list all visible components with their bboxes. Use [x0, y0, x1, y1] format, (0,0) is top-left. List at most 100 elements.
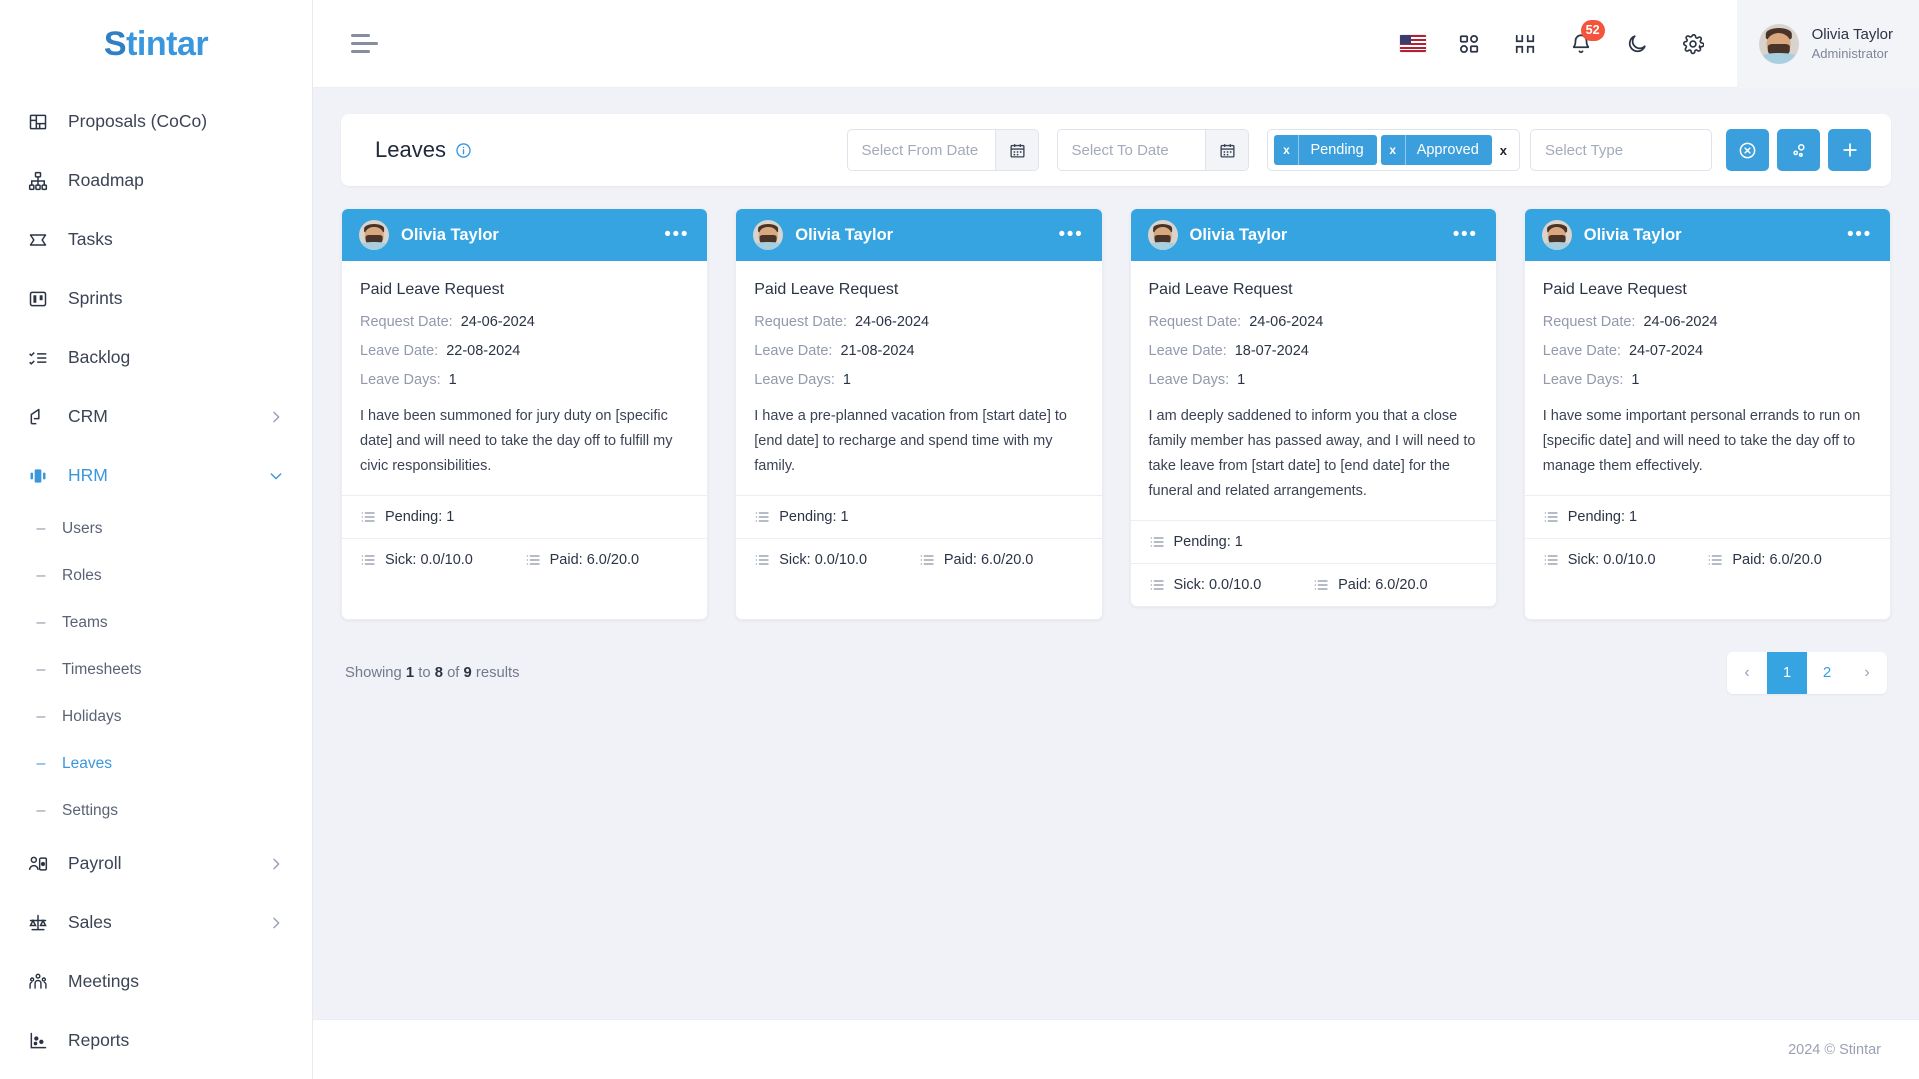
type-select[interactable]: Select Type: [1530, 129, 1712, 171]
sidebar-item-sales[interactable]: Sales: [0, 893, 312, 952]
fullscreen-collapse-icon[interactable]: [1499, 18, 1551, 70]
chevron-right-icon: [268, 915, 284, 931]
dash-icon: –: [36, 613, 46, 631]
pagination-next[interactable]: ›: [1847, 652, 1887, 694]
sidebar-item-sprints[interactable]: Sprints: [0, 269, 312, 328]
leave-days-value: 1: [448, 372, 457, 388]
sidebar-item-backlog[interactable]: Backlog: [0, 328, 312, 387]
card-user-name: Olivia Taylor: [401, 225, 499, 244]
leave-date-label: Leave Date:: [1542, 343, 1621, 359]
leave-card[interactable]: Olivia Taylor ••• Paid Leave Request Req…: [735, 208, 1103, 620]
filter-bar: Leaves Select From Date Select To Date x…: [341, 114, 1891, 186]
card-menu-icon[interactable]: •••: [1453, 225, 1478, 245]
add-leave-button[interactable]: [1828, 129, 1871, 171]
card-balance-row: Sick: 0.0/10.0 Paid: 6.0/20.0: [1524, 537, 1890, 581]
leave-days-label: Leave Days:: [1542, 372, 1624, 388]
pagination-page-2[interactable]: 2: [1807, 652, 1847, 694]
sidebar-item-users[interactable]: – Users: [0, 505, 312, 552]
clear-filters-button[interactable]: [1726, 129, 1769, 171]
sidebar-item-label: Payroll: [68, 853, 122, 873]
leave-date-value: 21-08-2024: [840, 343, 915, 359]
dark-mode-toggle[interactable]: [1611, 18, 1663, 70]
request-date-label: Request Date:: [360, 314, 453, 330]
pagination-page-1[interactable]: 1: [1767, 651, 1807, 694]
list-icon: [754, 552, 770, 568]
card-title: Paid Leave Request: [1148, 281, 1293, 298]
card-header: Olivia Taylor •••: [1524, 209, 1890, 261]
sidebar-item-crm[interactable]: CRM: [0, 387, 312, 446]
card-menu-icon[interactable]: •••: [1058, 225, 1083, 245]
request-date-value: 24-06-2024: [854, 314, 930, 330]
pagination-prev[interactable]: ‹: [1727, 652, 1767, 694]
paid-balance-text: Paid: 6.0/20.0: [1338, 576, 1428, 593]
sidebar-item-roles[interactable]: – Roles: [0, 552, 312, 599]
list-icon: [1149, 534, 1165, 550]
sidebar-item-reports[interactable]: Reports: [0, 1011, 312, 1070]
brand-logo[interactable]: Stintar: [0, 0, 312, 88]
sprints-icon: [26, 287, 50, 311]
card-spacer: [1525, 581, 1890, 619]
paid-balance-cell: Paid: 6.0/20.0: [1707, 552, 1822, 568]
hamburger-line: [351, 34, 370, 37]
showing-results-word: results: [475, 664, 520, 681]
sidebar-item-roadmap[interactable]: Roadmap: [0, 151, 312, 210]
sidebar-item-meetings[interactable]: Meetings: [0, 952, 312, 1011]
card-user-name: Olivia Taylor: [1189, 225, 1288, 244]
apps-grid-icon[interactable]: [1443, 18, 1495, 70]
leave-card[interactable]: Olivia Taylor ••• Paid Leave Request Req…: [1523, 208, 1891, 620]
request-date-value: 24-06-2024: [1643, 314, 1718, 330]
leave-card[interactable]: Olivia Taylor ••• Paid Leave Request Req…: [1129, 208, 1497, 607]
user-profile-menu[interactable]: Olivia Taylor Administrator: [1736, 0, 1919, 88]
brand-s-mark: S: [103, 24, 127, 63]
sidebar-item-payroll[interactable]: Payroll: [0, 834, 312, 893]
sidebar-item-holidays[interactable]: – Holidays: [0, 693, 312, 740]
filter-tag-approved[interactable]: x Approved: [1380, 135, 1492, 165]
page-title-text: Leaves: [375, 137, 446, 162]
gear-icon[interactable]: [1667, 18, 1719, 70]
showing-total: 9: [463, 664, 472, 681]
remove-tag-icon[interactable]: x: [1274, 135, 1300, 165]
request-date-label: Request Date:: [754, 314, 847, 330]
remove-tag-icon[interactable]: x: [1381, 135, 1406, 165]
to-date-input[interactable]: [1058, 130, 1206, 170]
topbar-actions: 52 Olivia Taylor Administrator: [1385, 0, 1919, 88]
card-menu-icon[interactable]: •••: [1847, 225, 1872, 245]
sidebar-item-proposals[interactable]: Proposals (CoCo): [0, 92, 312, 151]
chevron-down-icon: [268, 468, 284, 484]
sidebar-subitem-label: Roles: [62, 566, 102, 584]
list-icon: [1707, 552, 1723, 568]
sidebar-item-leaves[interactable]: – Leaves: [0, 740, 312, 787]
language-selector[interactable]: [1387, 18, 1439, 70]
main-area: 52 Olivia Taylor Administrator Leaves Se…: [313, 0, 1919, 1079]
card-menu-icon[interactable]: •••: [664, 225, 689, 245]
sidebar-item-timesheets[interactable]: – Timesheets: [0, 646, 312, 693]
card-balance-row: Sick: 0.0/10.0 Paid: 6.0/20.0: [1130, 562, 1496, 606]
dash-icon: –: [36, 801, 46, 819]
info-icon[interactable]: [455, 142, 472, 159]
sidebar-item-settings[interactable]: – Settings: [0, 787, 312, 834]
results-summary: Showing 1 to 8 of 9 results: [345, 665, 520, 681]
sidebar-item-hrm[interactable]: HRM: [0, 446, 312, 505]
status-filter-tags: x Pending x Approved x: [1267, 129, 1520, 171]
filter-settings-button[interactable]: [1777, 129, 1820, 171]
calendar-icon[interactable]: [995, 130, 1039, 170]
filter-tag-pending[interactable]: x Pending: [1274, 135, 1377, 165]
hamburger-icon[interactable]: [351, 34, 378, 53]
avatar: [753, 220, 784, 250]
sidebar-item-tasks[interactable]: Tasks: [0, 210, 312, 269]
content: Leaves Select From Date Select To Date x…: [313, 88, 1919, 1019]
card-user-name: Olivia Taylor: [1583, 225, 1682, 244]
leave-days-row: Leave Days: 1: [1543, 372, 1872, 388]
clear-all-tags-icon[interactable]: x: [1496, 143, 1511, 158]
leave-card[interactable]: Olivia Taylor ••• Paid Leave Request Req…: [341, 208, 709, 620]
sidebar-item-teams[interactable]: – Teams: [0, 599, 312, 646]
card-title: Paid Leave Request: [754, 281, 899, 298]
request-date-row: Request Date: 24-06-2024: [1149, 314, 1478, 330]
sick-balance-text: Sick: 0.0/10.0: [779, 551, 868, 568]
leave-date-value: 24-07-2024: [1628, 343, 1704, 359]
notifications-bell[interactable]: 52: [1555, 18, 1607, 70]
calendar-icon[interactable]: [1205, 130, 1249, 170]
sidebar-item-label: Sales: [68, 912, 112, 932]
leave-date-value: 22-08-2024: [446, 343, 521, 359]
from-date-input[interactable]: [848, 130, 996, 170]
